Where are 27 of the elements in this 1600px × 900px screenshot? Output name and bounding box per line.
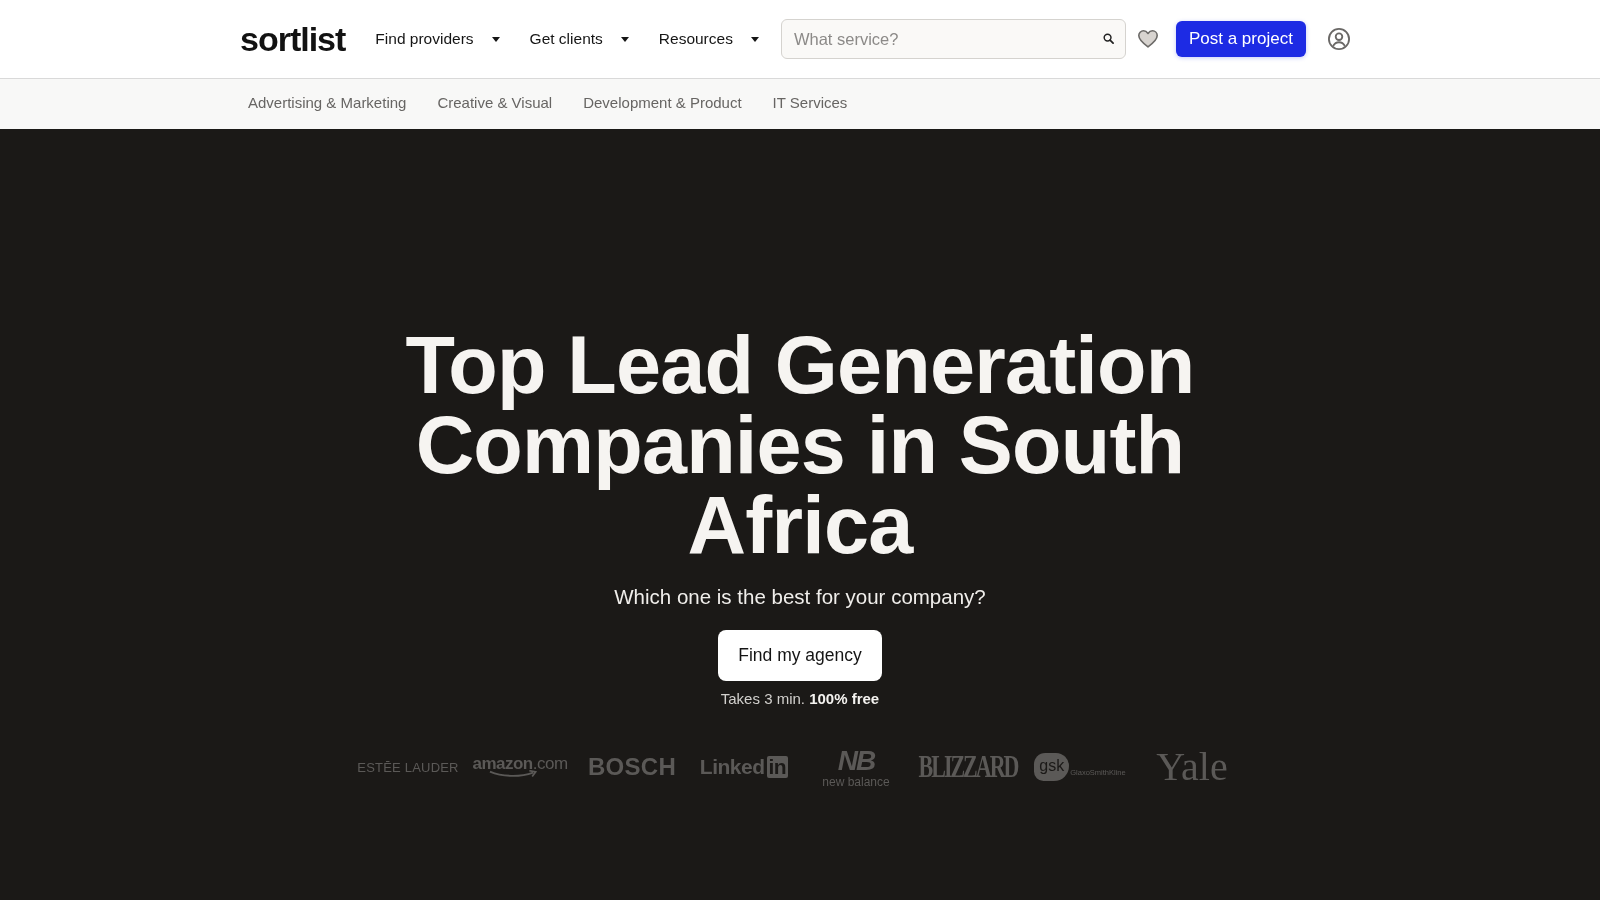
user-icon[interactable] — [1327, 28, 1350, 50]
hero-subtitle: Which one is the best for your company? — [614, 584, 986, 610]
caret-icon — [491, 36, 500, 42]
category-link[interactable]: Development & Product — [575, 93, 750, 113]
search-field[interactable]: What service? — [780, 19, 1126, 59]
category-link[interactable]: Advertising & Marketing — [240, 93, 415, 113]
category-link[interactable]: IT Services — [764, 93, 856, 113]
find-agency-button[interactable]: Find my agency — [718, 630, 882, 681]
brand-logo[interactable]: sortlist — [240, 19, 346, 59]
pricing-note: Takes 3 min. 100% free — [720, 689, 880, 709]
caret-icon — [620, 36, 629, 42]
nav-menu[interactable]: Find providers — [375, 30, 500, 48]
category-link[interactable]: Creative & Visual — [429, 93, 561, 113]
client-logo: BOSCH — [587, 753, 677, 781]
nav-menu[interactable]: Resources — [658, 30, 759, 48]
client-logo: ESTĒE LAUDER — [357, 759, 459, 775]
heart-icon[interactable] — [1137, 30, 1158, 48]
client-logo: BLIZZARD — [918, 754, 1018, 780]
client-logo: NB new balance — [822, 746, 890, 788]
client-logo: Linked in — [699, 755, 789, 779]
client-logo: amazon.com — [472, 756, 568, 778]
client-logo: Yale — [1156, 747, 1228, 787]
caret-icon — [750, 36, 759, 42]
nav-menu[interactable]: Get clients — [529, 30, 629, 48]
post-project-button[interactable]: Post a project — [1175, 21, 1306, 57]
search-icon[interactable] — [1102, 33, 1114, 44]
hero-title: Top Lead Generation Companies in South Africa — [404, 325, 1196, 565]
